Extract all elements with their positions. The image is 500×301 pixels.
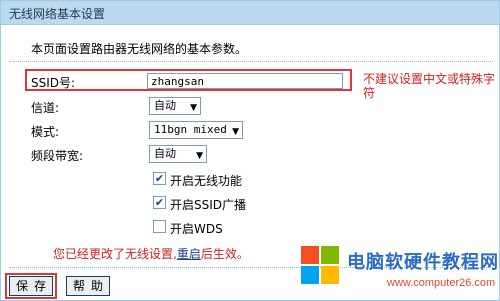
ssid-label: SSID号: — [31, 76, 76, 90]
ssid-row: SSID号: — [25, 69, 352, 91]
title-bar: 无线网络基本设置 — [1, 1, 499, 25]
divider-top — [9, 61, 493, 62]
ssid-broadcast-label: 开启SSID广播 — [170, 198, 247, 212]
channel-select[interactable]: 自动 ▼ — [149, 97, 201, 115]
restart-message-prefix: 您已经更改了无线设置, — [53, 247, 177, 261]
mode-value: 11bgn mixed — [154, 123, 227, 136]
ssid-broadcast-checkbox[interactable]: ✔ — [153, 196, 166, 209]
help-button[interactable]: 帮助 — [66, 276, 110, 296]
wds-enable-checkbox[interactable] — [153, 220, 166, 233]
intro-text: 本页面设置路由器无线网络的基本参数。 — [31, 42, 248, 56]
windows-logo-icon — [301, 246, 341, 286]
restart-link[interactable]: 重启 — [177, 247, 201, 261]
ssid-input[interactable] — [147, 73, 343, 89]
page-title: 无线网络基本设置 — [9, 7, 106, 21]
mode-select[interactable]: 11bgn mixed ▼ — [149, 121, 243, 139]
bandwidth-select[interactable]: 自动 ▼ — [149, 145, 207, 163]
ssid-hint: 不建议设置中文或特殊字符 — [363, 72, 496, 100]
restart-message-suffix: 后生效。 — [200, 247, 249, 261]
chevron-down-icon: ▼ — [232, 127, 239, 137]
channel-value: 自动 — [154, 99, 176, 112]
save-button[interactable]: 保存 — [9, 276, 53, 296]
bandwidth-label: 频段带宽: — [31, 149, 84, 163]
chevron-down-icon: ▼ — [190, 103, 197, 113]
wireless-enable-label: 开启无线功能 — [170, 174, 243, 188]
mode-label: 模式: — [31, 125, 60, 139]
chevron-down-icon: ▼ — [196, 151, 203, 161]
wds-enable-label: 开启WDS — [170, 222, 223, 236]
channel-label: 信道: — [31, 101, 60, 115]
watermark-title: 电脑软硬件教程网 — [347, 252, 499, 273]
settings-panel: 无线网络基本设置 本页面设置路由器无线网络的基本参数。 SSID号: 不建议设置… — [0, 0, 500, 301]
wireless-enable-checkbox[interactable]: ✔ — [153, 172, 166, 185]
bandwidth-value: 自动 — [154, 147, 176, 160]
watermark-url: www.computer26.com — [387, 277, 496, 289]
watermark: 电脑软硬件教程网 www.computer26.com — [301, 244, 499, 298]
restart-message: 您已经更改了无线设置,重启后生效。 — [53, 245, 249, 262]
